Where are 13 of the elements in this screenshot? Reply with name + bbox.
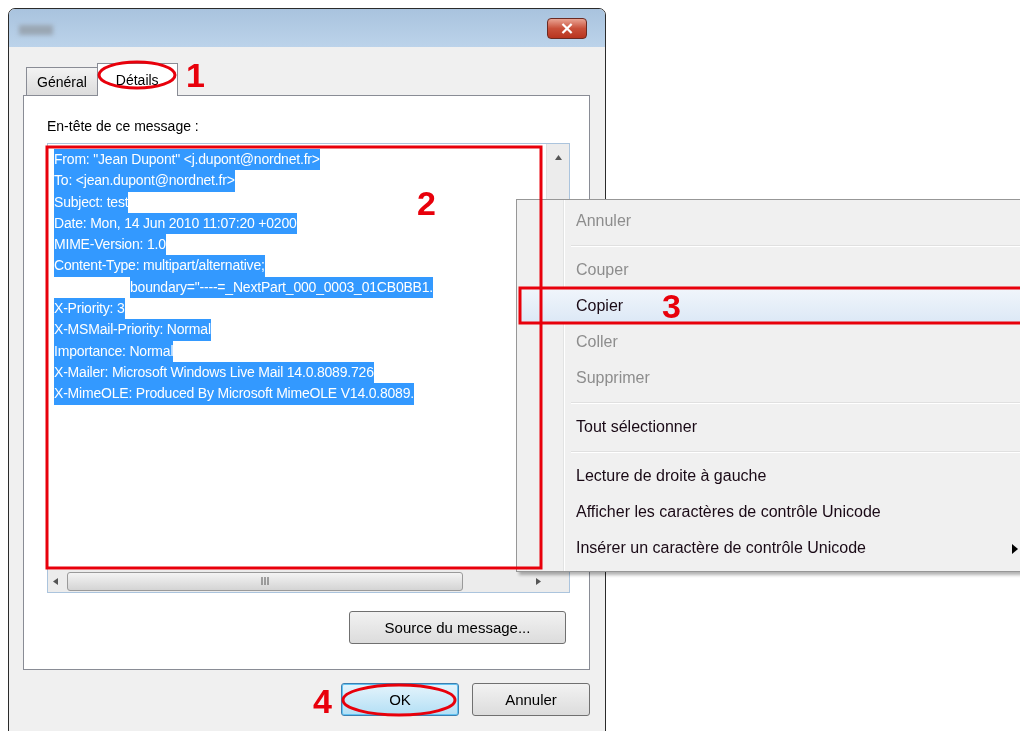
cancel-button[interactable]: Annuler	[472, 683, 590, 716]
field-label: En-tête de ce message :	[47, 118, 200, 136]
source-button[interactable]: Source du message...	[349, 611, 566, 644]
annotation-number: 2	[417, 186, 436, 220]
annotation-number: 4	[313, 684, 332, 718]
close-button[interactable]: ×	[547, 17, 587, 39]
annotation-number: 3	[662, 289, 681, 323]
menu-item[interactable]: Afficher les caractères de contrôle Unicode	[519, 494, 1020, 530]
menu-item[interactable]: Tout sélectionner	[519, 409, 1020, 445]
menu-item[interactable]: Insérer un caractère de contrôle Unicode	[519, 530, 1020, 566]
annotation-number: 1	[186, 58, 205, 92]
tab[interactable]: Général	[26, 67, 98, 95]
menu-item[interactable]: Lecture de droite à gauche	[519, 458, 1020, 494]
